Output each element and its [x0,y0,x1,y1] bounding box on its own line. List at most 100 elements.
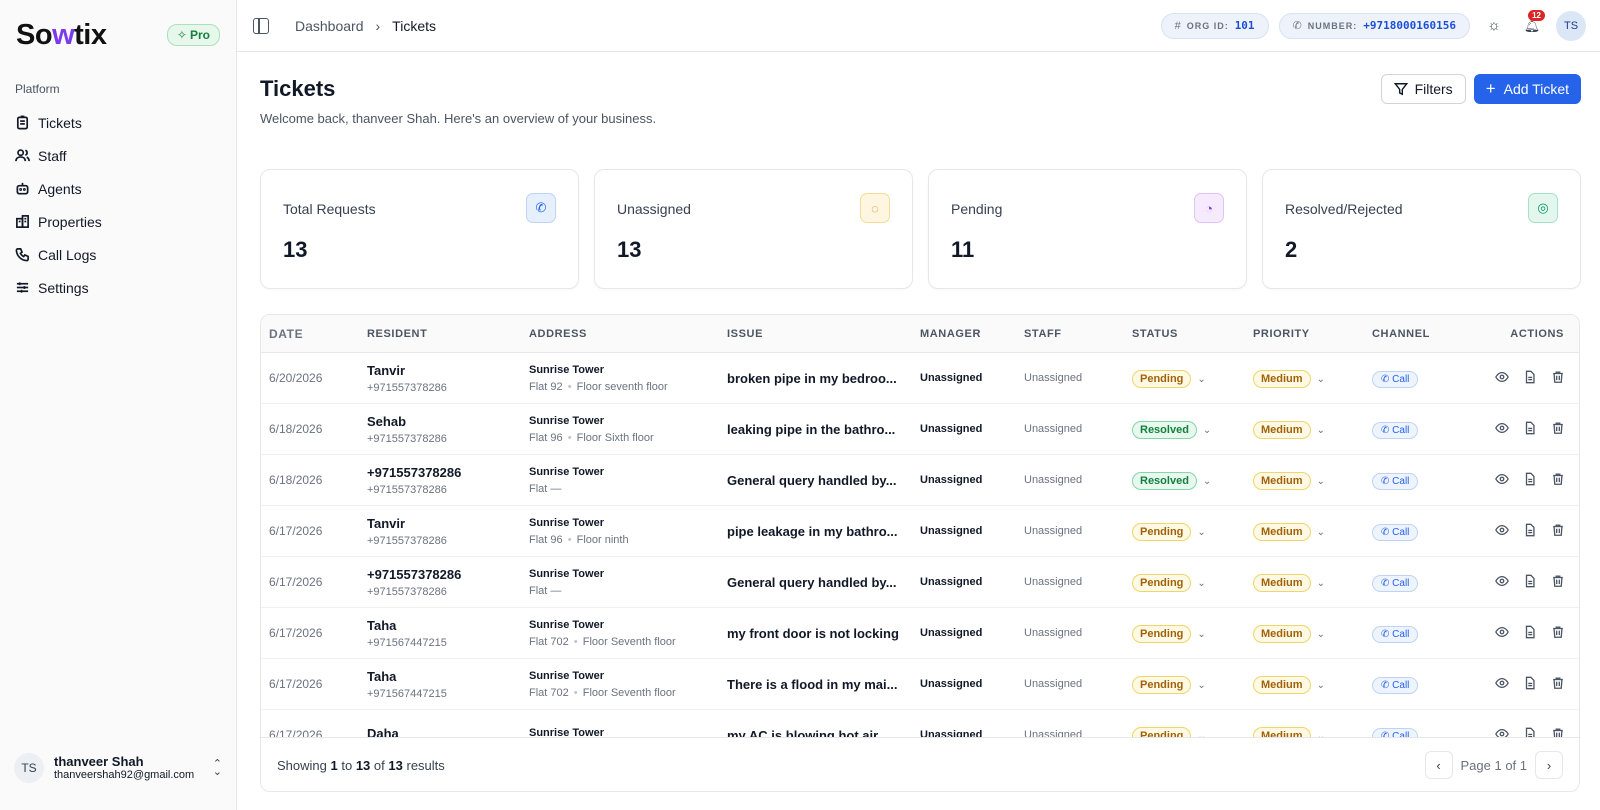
resident-name: Sehab [367,413,407,429]
tickets-table: DATE RESIDENT ADDRESS ISSUE MANAGER STAF… [260,314,1580,792]
cell-issue[interactable]: There is a flood in my mai... [727,677,912,692]
status-dropdown[interactable]: Pending ⌄ [1132,726,1253,737]
file-text-icon[interactable] [1523,676,1537,693]
notifications-button[interactable]: 🔔︎ 12 [1518,9,1546,40]
status-dropdown[interactable]: Pending ⌄ [1132,624,1253,643]
chevron-down-icon: ⌄ [1197,373,1206,385]
eye-icon[interactable] [1495,727,1509,737]
file-text-icon[interactable] [1523,421,1537,438]
row-actions [1478,727,1579,737]
cell-issue[interactable]: General query handled by... [727,473,912,488]
add-ticket-button[interactable]: + Add Ticket [1473,74,1581,104]
table-row[interactable]: 6/18/2026 +971557378286 +971557378286 Su… [261,455,1579,506]
table-row[interactable]: 6/17/2026 Daha Sunrise Tower my AC is bl… [261,710,1579,737]
chevron-down-icon: ⌄ [1202,475,1212,487]
table-row[interactable]: 6/17/2026 Tanvir +971557378286 Sunrise T… [261,506,1579,557]
file-text-icon[interactable] [1523,523,1537,540]
trash-icon[interactable] [1551,676,1565,693]
file-text-icon[interactable] [1523,472,1537,489]
table-row[interactable]: 6/17/2026 Taha +971567447215 Sunrise Tow… [261,659,1579,710]
cell-address: Sunrise Tower Flat 702 • Floor Seventh f… [529,619,727,648]
file-text-icon[interactable] [1523,370,1537,387]
user-menu[interactable]: TS thanveer Shah thanveershah92@gmail.co… [0,746,236,790]
add-ticket-label: Add Ticket [1503,81,1569,97]
prev-page-button[interactable]: ‹ [1424,751,1453,779]
chevron-down-icon: ⌄ [1197,679,1206,691]
trash-icon[interactable] [1551,472,1565,489]
trash-icon[interactable] [1551,370,1565,387]
file-text-icon[interactable] [1523,727,1537,737]
trash-icon[interactable] [1551,523,1565,540]
stat-label: Resolved/Rejected [1285,201,1403,217]
file-text-icon[interactable] [1523,574,1537,591]
plan-label: Pro [189,28,210,42]
chevron-left-icon: ‹ [1436,757,1441,773]
sidebar-item-call-logs[interactable]: Call Logs [0,238,236,271]
next-page-button[interactable]: › [1535,751,1563,779]
cell-issue[interactable]: broken pipe in my bedroo... [727,371,912,386]
status-dropdown[interactable]: Pending ⌄ [1132,573,1253,592]
priority-dropdown[interactable]: Medium ⌄ [1253,522,1372,541]
status-dropdown[interactable]: Resolved ⌄ [1132,471,1253,490]
chevron-right-icon: › [375,17,381,34]
cell-issue[interactable]: pipe leakage in my bathro... [727,524,912,539]
eye-icon[interactable] [1495,574,1509,591]
eye-icon[interactable] [1495,523,1509,540]
cell-channel: ✆ Call [1372,369,1478,388]
trash-icon[interactable] [1551,727,1565,737]
avatar[interactable]: TS [1556,10,1586,41]
row-actions [1478,574,1579,591]
sidebar-item-staff[interactable]: Staff [0,139,236,172]
status-badge: Pending [1132,726,1192,737]
cell-issue[interactable]: leaking pipe in the bathro... [727,422,912,437]
cell-issue[interactable]: General query handled by... [727,575,912,590]
eye-icon[interactable] [1495,625,1509,642]
table-row[interactable]: 6/20/2026 Tanvir +971557378286 Sunrise T… [261,353,1579,404]
status-badge: Resolved [1132,471,1197,490]
priority-dropdown[interactable]: Medium ⌄ [1253,675,1372,694]
sidebar-toggle-icon[interactable] [253,17,269,34]
cell-resident: Tanvir +971557378286 [367,363,529,394]
trash-icon[interactable] [1551,421,1565,438]
breadcrumb-dashboard[interactable]: Dashboard [295,18,364,34]
cell-address: Sunrise Tower Flat 702 • Floor Seventh f… [529,670,727,699]
eye-icon[interactable] [1495,421,1509,438]
sidebar-item-tickets[interactable]: Tickets [0,106,236,139]
sidebar-item-properties[interactable]: Properties [0,205,236,238]
priority-dropdown[interactable]: Medium ⌄ [1253,624,1372,643]
resident-name: +971557378286 [367,464,462,480]
cell-staff: Unassigned [1024,372,1083,384]
resident-phone: +971557378286 [367,483,447,496]
eye-icon[interactable] [1495,370,1509,387]
priority-dropdown[interactable]: Medium ⌄ [1253,471,1372,490]
table-row[interactable]: 6/18/2026 Sehab +971557378286 Sunrise To… [261,404,1579,455]
priority-dropdown[interactable]: Medium ⌄ [1253,573,1372,592]
file-text-icon[interactable] [1523,625,1537,642]
channel-badge: ✆ Call [1372,472,1419,490]
trash-icon[interactable] [1551,625,1565,642]
cell-issue[interactable]: my AC is blowing hot air [727,728,912,738]
cell-issue[interactable]: my front door is not locking [727,626,912,641]
table-row[interactable]: 6/17/2026 Taha +971567447215 Sunrise Tow… [261,608,1579,659]
table-row[interactable]: 6/17/2026 +971557378286 +971557378286 Su… [261,557,1579,608]
filters-button[interactable]: Filters [1380,74,1466,104]
sidebar-item-settings[interactable]: Settings [0,271,236,304]
plan-badge: ✧ Pro [166,24,220,46]
status-dropdown[interactable]: Resolved ⌄ [1132,420,1253,439]
status-badge: Pending [1132,624,1192,643]
channel-badge: ✆ Call [1372,574,1419,592]
theme-toggle-button[interactable]: ☼ [1480,12,1508,40]
trash-icon[interactable] [1551,574,1565,591]
clipboard-icon [16,115,29,130]
priority-dropdown[interactable]: Medium ⌄ [1253,726,1372,737]
logo[interactable]: Sowtix [16,19,107,52]
status-dropdown[interactable]: Pending ⌄ [1132,522,1253,541]
priority-dropdown[interactable]: Medium ⌄ [1253,420,1372,439]
sidebar-item-agents[interactable]: Agents [0,172,236,205]
address-building: Sunrise Tower [529,516,604,529]
eye-icon[interactable] [1495,472,1509,489]
eye-icon[interactable] [1495,676,1509,693]
status-dropdown[interactable]: Pending ⌄ [1132,675,1253,694]
status-dropdown[interactable]: Pending ⌄ [1132,369,1253,388]
priority-dropdown[interactable]: Medium ⌄ [1253,369,1372,388]
